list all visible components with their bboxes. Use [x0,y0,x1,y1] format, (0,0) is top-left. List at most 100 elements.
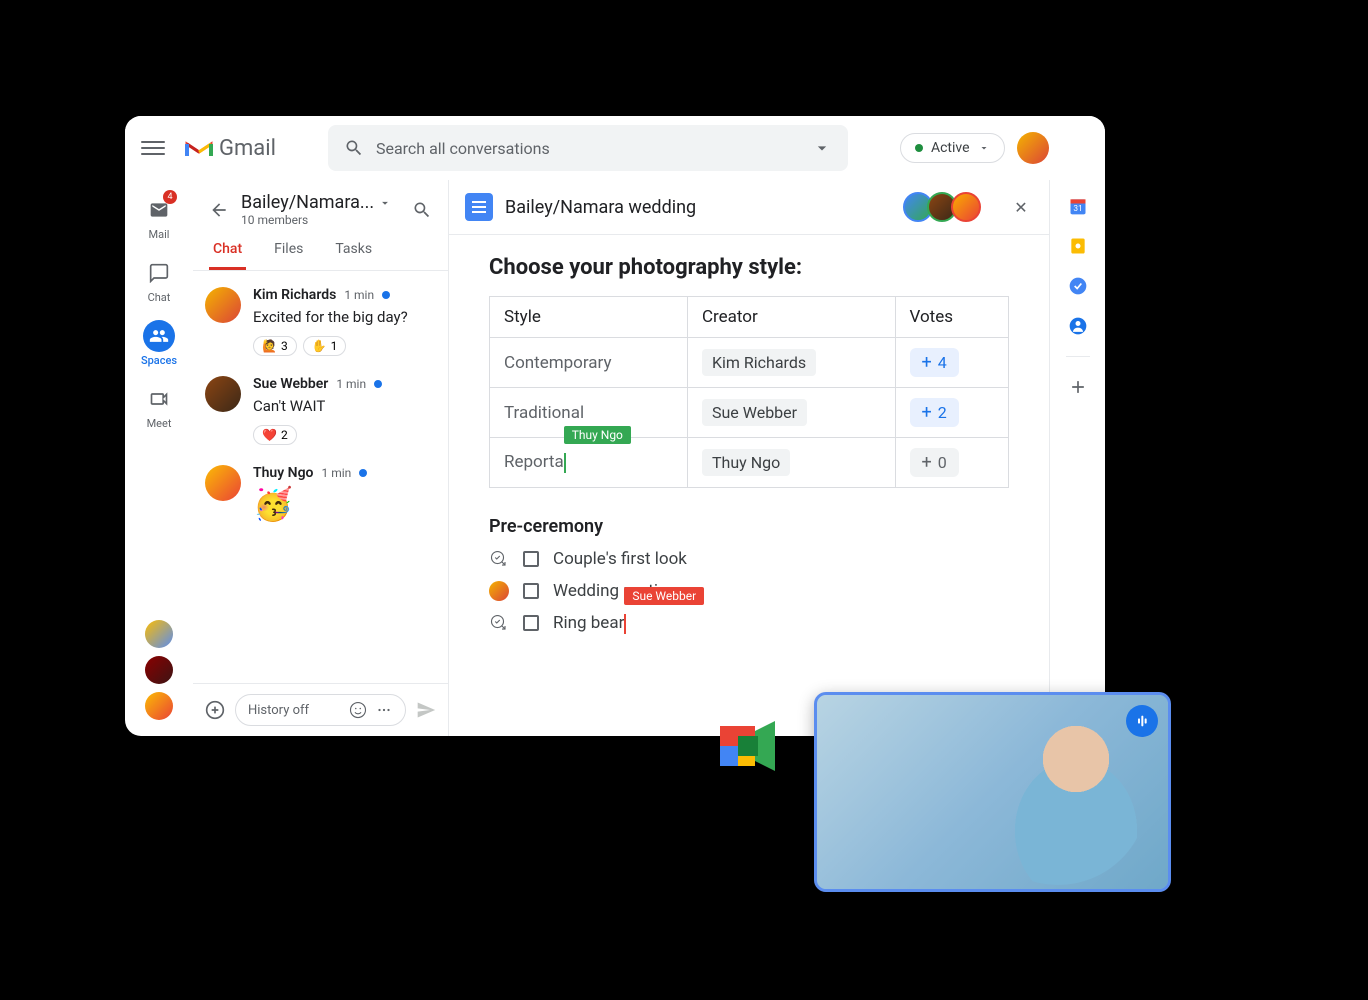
message-avatar[interactable] [205,287,241,323]
checklist-item: Ring bearSue Webber [489,613,1009,634]
assign-icon[interactable] [489,549,509,569]
recent-contact-avatar[interactable] [145,692,173,720]
message-text: Can't WAIT [253,396,436,417]
app-header: Gmail Search all conversations Active [125,116,1105,180]
gmail-logo[interactable]: Gmail [185,136,276,161]
checkbox[interactable] [523,615,539,631]
style-cell: ReportaThuy Ngo [490,438,688,488]
add-addon-icon[interactable] [1068,377,1088,397]
tab-tasks[interactable]: Tasks [331,231,376,270]
emoji-icon[interactable] [349,701,367,719]
unread-indicator-icon [374,380,382,388]
app-name: Gmail [219,136,276,161]
creator-chip[interactable]: Kim Richards [702,349,816,376]
section-heading: Pre-ceremony [489,516,1009,537]
message-emoji: 🥳 [253,485,436,523]
table-header: Creator [687,297,895,338]
message-avatar[interactable] [205,465,241,501]
main-menu-icon[interactable] [141,136,165,160]
creator-chip[interactable]: Thuy Ngo [702,449,790,476]
table-row: Contemporary Kim Richards +4 [490,338,1009,388]
calendar-icon[interactable]: 31 [1068,196,1088,216]
checklist-item: Wedding parties [489,581,1009,601]
nav-rail: Mail 4 Chat Spaces Meet [125,180,193,736]
document-body[interactable]: Choose your photography style: Style Cre… [449,235,1049,736]
recent-contact-avatar[interactable] [145,656,173,684]
table-header: Style [490,297,688,338]
search-icon [344,138,364,158]
status-indicator-icon [915,144,923,152]
meet-icon [149,389,169,409]
search-space-icon[interactable] [412,200,432,220]
message-time: 1 min [336,377,366,391]
message-avatar[interactable] [205,376,241,412]
reaction-chip[interactable]: 🙋3 [253,336,297,356]
document-panel: Bailey/Namara wedding ✕ Choose your phot… [449,180,1049,736]
collaborator-avatars [909,192,981,222]
assignee-avatar[interactable] [489,581,509,601]
nav-mail[interactable]: Mail 4 [131,188,187,247]
nav-spaces[interactable]: Spaces [131,314,187,373]
reaction-chip[interactable]: ✋1 [303,336,347,356]
meet-logo-overlay [710,716,785,776]
space-header: Bailey/Namara... 10 members [193,180,448,231]
add-attachment-icon[interactable] [205,700,225,720]
message-item: Kim Richards1 min Excited for the big da… [205,287,436,356]
doc-heading: Choose your photography style: [489,255,1009,280]
vote-chip[interactable]: +2 [910,398,959,427]
unread-indicator-icon [382,291,390,299]
document-header: Bailey/Namara wedding ✕ [449,180,1049,235]
nav-chat[interactable]: Chat [131,251,187,310]
body-area: Mail 4 Chat Spaces Meet [125,180,1105,736]
nav-mail-badge: 4 [163,190,177,204]
vote-chip[interactable]: +0 [910,448,959,477]
tab-chat[interactable]: Chat [209,231,246,270]
contacts-icon[interactable] [1068,316,1088,336]
pip-video-content [817,695,1168,889]
space-members[interactable]: 10 members [241,213,400,227]
profile-avatar[interactable] [1017,132,1049,164]
table-row: ReportaThuy Ngo Thuy Ngo +0 [490,438,1009,488]
nav-meet-label: Meet [147,417,172,430]
audio-active-icon [1126,705,1158,737]
assign-icon[interactable] [489,613,509,633]
compose-input[interactable]: History off [235,694,406,726]
nav-mail-label: Mail [149,228,170,241]
chat-sidebar: Bailey/Namara... 10 members Chat Files T… [193,180,449,736]
back-arrow-icon[interactable] [209,200,229,220]
message-text: Excited for the big day? [253,307,436,328]
nav-spaces-label: Spaces [141,354,177,367]
nav-chat-label: Chat [148,291,171,304]
status-label: Active [931,140,970,156]
more-options-icon[interactable] [375,701,393,719]
message-item: Thuy Ngo 1 min 🥳 [205,465,436,523]
message-time: 1 min [321,466,351,480]
checkbox[interactable] [523,583,539,599]
table-header: Votes [895,297,1008,338]
creator-chip[interactable]: Sue Webber [702,399,807,426]
docs-icon [465,193,493,221]
status-pill[interactable]: Active [900,133,1005,163]
vote-chip[interactable]: +4 [910,348,959,377]
search-bar[interactable]: Search all conversations [328,125,848,171]
space-title[interactable]: Bailey/Namara... [241,192,400,213]
chat-icon [149,263,169,283]
tasks-icon[interactable] [1068,276,1088,296]
chevron-down-icon [378,196,392,210]
pip-video-window[interactable] [814,692,1171,892]
recent-contact-avatar[interactable] [145,620,173,648]
app-window: Gmail Search all conversations Active Ma… [125,116,1105,736]
tab-files[interactable]: Files [270,231,307,270]
message-author: Thuy Ngo [253,465,313,481]
search-options-icon[interactable] [812,138,832,158]
styles-table: Style Creator Votes Contemporary Kim Ric… [489,296,1009,488]
search-input[interactable]: Search all conversations [376,139,800,158]
reaction-chip[interactable]: ❤️2 [253,425,297,445]
close-document-button[interactable]: ✕ [1009,195,1033,219]
keep-icon[interactable] [1068,236,1088,256]
send-icon[interactable] [416,700,436,720]
checkbox[interactable] [523,551,539,567]
nav-meet[interactable]: Meet [131,377,187,436]
collaborator-avatar[interactable] [951,192,981,222]
rail-divider [1066,356,1090,357]
